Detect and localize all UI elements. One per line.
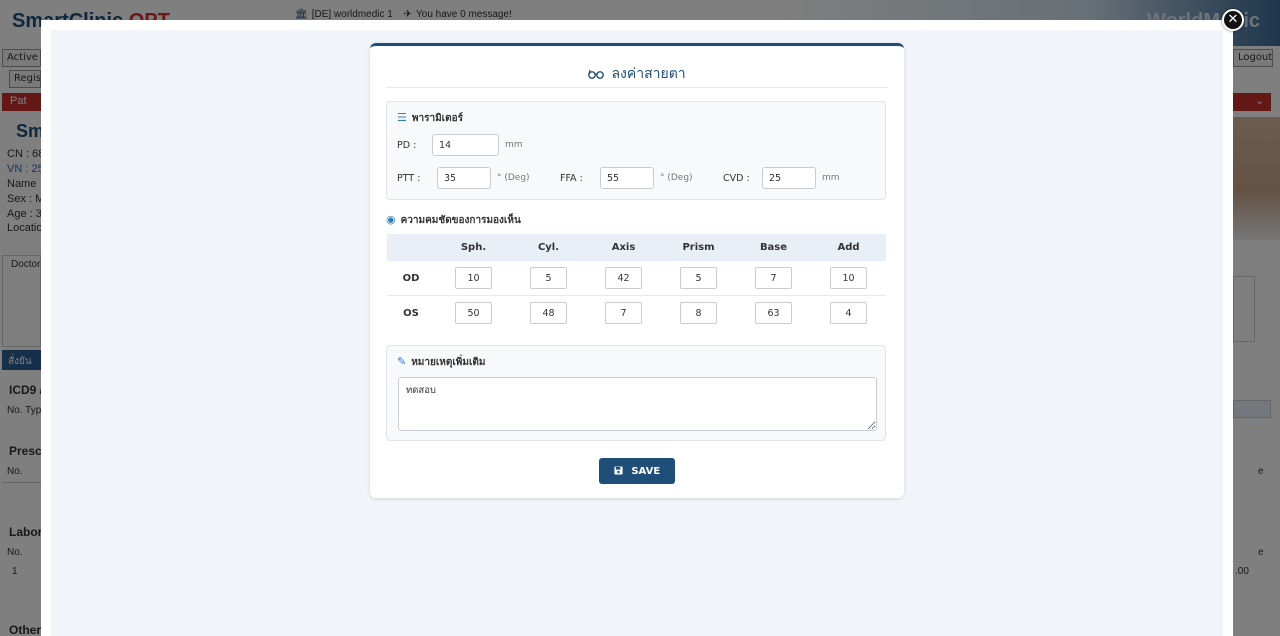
od-sph-input[interactable] [455, 267, 492, 289]
parameters-section: ☰พารามิเตอร์ PD : mm PTT : ° (Deg) FFA :… [386, 101, 886, 200]
notes-section: ✎ หมายเหตุเพิ่มเติม ทดสอบ [386, 345, 886, 441]
os-cyl-input[interactable] [530, 302, 567, 324]
od-prism-input[interactable] [680, 267, 717, 289]
card-title-text: ลงค่าสายตา [611, 66, 686, 82]
notes-textarea[interactable]: ทดสอบ [398, 377, 877, 431]
os-prism-input[interactable] [680, 302, 717, 324]
cvd-unit: mm [822, 173, 840, 183]
ptt-label: PTT : [397, 173, 421, 184]
column-header-base: Base [759, 242, 788, 253]
floppy-disk-icon [614, 465, 626, 477]
eye-measurement-card: ลงค่าสายตา ☰พารามิเตอร์ PD : mm PTT : ° … [370, 43, 904, 498]
save-button[interactable]: SAVE [599, 458, 675, 484]
os-axis-input[interactable] [605, 302, 642, 324]
ffa-input[interactable] [600, 167, 654, 189]
os-add-input[interactable] [830, 302, 867, 324]
glasses-icon [588, 67, 608, 82]
pd-label: PD : [397, 140, 417, 151]
od-base-input[interactable] [755, 267, 792, 289]
column-header-prism: Prism [682, 242, 715, 253]
parameters-heading: ☰ พารามิเตอร์ [397, 111, 463, 124]
close-icon[interactable]: ✕ [1222, 9, 1244, 31]
ffa-label: FFA : [560, 173, 583, 184]
od-add-input[interactable] [830, 267, 867, 289]
edit-icon: ✎ [397, 355, 407, 368]
ptt-unit: ° (Deg) [497, 173, 530, 183]
ffa-unit: ° (Deg) [660, 173, 693, 183]
os-base-input[interactable] [755, 302, 792, 324]
pd-unit: mm [505, 140, 523, 150]
notes-heading: ✎ หมายเหตุเพิ่มเติม [397, 355, 486, 368]
column-header-sph: Sph. [460, 242, 487, 253]
eye-icon: ◉ [386, 213, 396, 226]
vision-row-os: OS [387, 296, 886, 331]
row-label-os: OS [403, 308, 419, 319]
od-cyl-input[interactable] [530, 267, 567, 289]
column-header-cyl: Cyl. [537, 242, 560, 253]
row-label-od: OD [402, 273, 420, 284]
os-sph-input[interactable] [455, 302, 492, 324]
cvd-label: CVD : [723, 173, 750, 184]
pd-input[interactable] [432, 134, 499, 156]
column-header-add: Add [837, 242, 860, 253]
ptt-input[interactable] [437, 167, 491, 189]
card-title: ลงค่าสายตา [386, 56, 888, 88]
cvd-input[interactable] [762, 167, 816, 189]
sliders-icon: ☰ [397, 111, 407, 124]
od-axis-input[interactable] [605, 267, 642, 289]
column-header-axis: Axis [611, 242, 636, 253]
vision-row-od: OD [387, 261, 886, 296]
vision-heading: ◉ ความคมชัดของการมองเห็น [386, 213, 521, 226]
vision-table-header: Sph. Cyl. Axis Prism Base Add [387, 234, 886, 261]
